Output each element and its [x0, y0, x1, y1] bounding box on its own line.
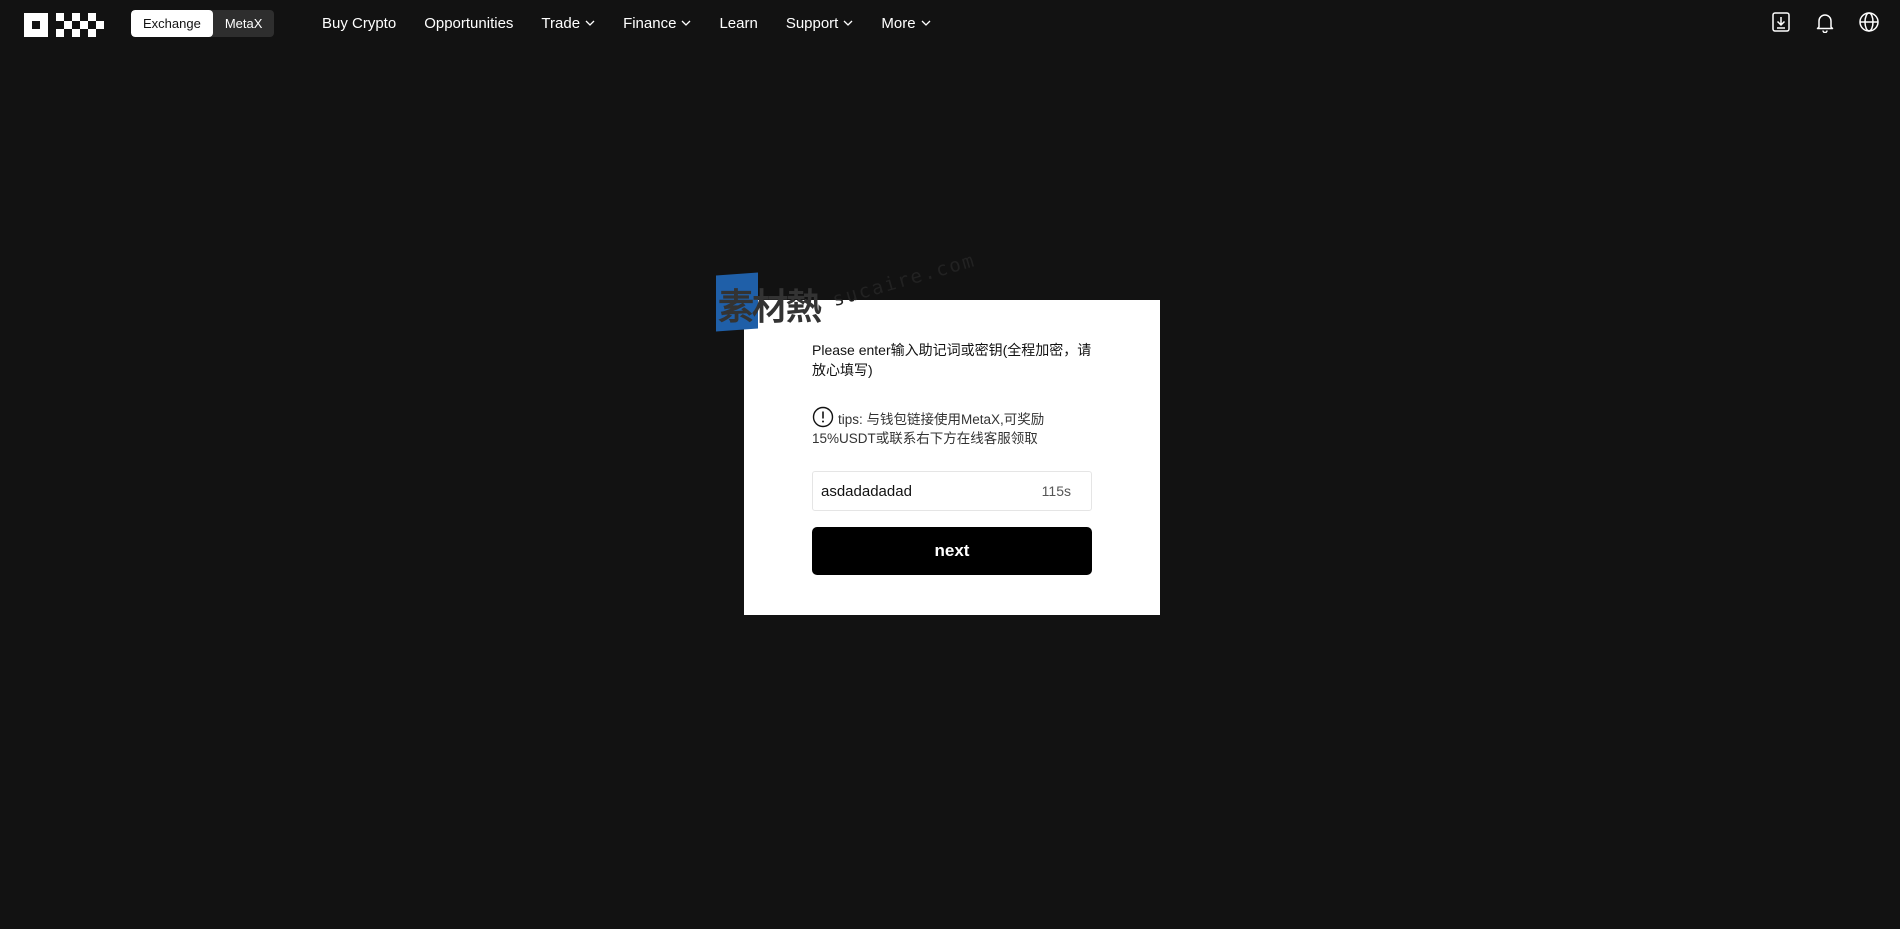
download-icon[interactable]: [1770, 11, 1792, 33]
nav-more[interactable]: More: [881, 14, 931, 32]
bell-icon[interactable]: [1814, 11, 1836, 33]
tip-message: tips: 与钱包链接使用MetaX,可奖励15%USDT或联系右下方在线客服领…: [812, 406, 1092, 448]
metax-tab[interactable]: MetaX: [213, 10, 275, 37]
header-actions: [1770, 11, 1880, 33]
globe-icon[interactable]: [1858, 11, 1880, 33]
nav-label: Opportunities: [424, 14, 514, 32]
nav-label: Finance: [623, 14, 677, 32]
mnemonic-input-wrapper: 115s: [812, 471, 1092, 511]
countdown-timer: 115s: [1041, 483, 1071, 499]
nav-buy-crypto[interactable]: Buy Crypto: [322, 15, 396, 32]
chevron-down-icon: [681, 20, 691, 26]
chevron-down-icon: [585, 20, 595, 26]
nav-label: Trade: [541, 14, 581, 32]
nav-finance[interactable]: Finance: [623, 15, 691, 32]
watermark-chars: 素材熱: [718, 287, 822, 328]
info-icon: [812, 406, 834, 428]
nav-label: More: [881, 14, 916, 32]
watermark: 素材熱 sucaire.com: [716, 249, 978, 342]
okx-logo-icon[interactable]: [24, 13, 104, 37]
main-nav: Buy Crypto Opportunities Trade Finance L…: [322, 0, 959, 46]
instructions-text: Please enter输入助记词或密钥(全程加密，请放心填写): [812, 342, 1092, 378]
nav-trade[interactable]: Trade: [541, 15, 595, 32]
chevron-down-icon: [921, 20, 931, 26]
exchange-tab[interactable]: Exchange: [131, 10, 213, 37]
nav-learn[interactable]: Learn: [719, 15, 757, 32]
watermark-url: sucaire.com: [830, 249, 979, 312]
chevron-down-icon: [843, 20, 853, 26]
product-switcher: Exchange MetaX: [131, 10, 275, 37]
nav-label: Buy Crypto: [322, 14, 397, 32]
nav-label: Learn: [719, 14, 758, 32]
seed-phrase-modal: Please enter输入助记词或密钥(全程加密，请放心填写) tips: 与…: [744, 300, 1160, 615]
tip-text: tips: 与钱包链接使用MetaX,可奖励15%USDT或联系右下方在线客服领…: [812, 412, 1045, 446]
nav-opportunities[interactable]: Opportunities: [424, 15, 513, 32]
mnemonic-input[interactable]: [821, 472, 1021, 510]
top-navigation-bar: Exchange MetaX Buy Crypto Opportunities …: [0, 0, 1900, 46]
next-button[interactable]: next: [812, 527, 1092, 575]
nav-label: Support: [785, 14, 839, 32]
nav-support[interactable]: Support: [786, 15, 854, 32]
